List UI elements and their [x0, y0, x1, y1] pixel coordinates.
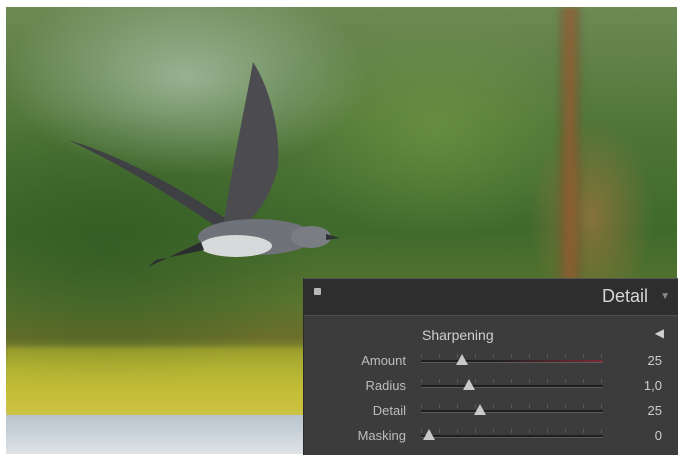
slider-ticks: [421, 354, 603, 358]
masking-slider-track[interactable]: [421, 435, 603, 438]
panel-header[interactable]: Detail ▼: [304, 279, 678, 316]
detail-panel: Detail ▼ Sharpening ◀ Amount 25 Radius 1…: [303, 278, 678, 455]
radius-label: Radius: [365, 378, 406, 393]
detail-slider-row: Detail 25: [304, 401, 678, 421]
sharpening-section-title: Sharpening: [422, 327, 494, 343]
masking-label: Masking: [357, 428, 406, 443]
slider-ticks: [421, 429, 603, 433]
radius-slider-track[interactable]: [421, 385, 603, 388]
detail-slider-thumb[interactable]: [473, 404, 486, 415]
collapse-icon[interactable]: [314, 288, 321, 295]
tree-trunk: [558, 7, 582, 287]
amount-slider-track[interactable]: [421, 360, 603, 363]
amount-slider-thumb[interactable]: [455, 354, 468, 365]
slider-ticks: [421, 379, 603, 383]
triangle-left-icon[interactable]: ◀: [655, 326, 664, 340]
masking-slider-row: Masking 0: [304, 426, 678, 446]
bird-image: [68, 62, 340, 267]
detail-slider-track[interactable]: [421, 410, 603, 413]
masking-value[interactable]: 0: [655, 428, 662, 443]
slider-ticks: [421, 404, 603, 408]
amount-label: Amount: [361, 353, 406, 368]
amount-value[interactable]: 25: [648, 353, 662, 368]
panel-title: Detail: [601, 286, 648, 306]
detail-label: Detail: [372, 403, 406, 418]
masking-slider-thumb[interactable]: [423, 429, 435, 440]
triangle-down-icon[interactable]: ▼: [660, 291, 670, 302]
detail-value[interactable]: 25: [648, 403, 662, 418]
radius-slider-row: Radius 1,0: [304, 376, 678, 396]
amount-slider-row: Amount 25: [304, 351, 678, 371]
radius-slider-thumb[interactable]: [463, 379, 476, 390]
radius-value[interactable]: 1,0: [644, 378, 662, 393]
